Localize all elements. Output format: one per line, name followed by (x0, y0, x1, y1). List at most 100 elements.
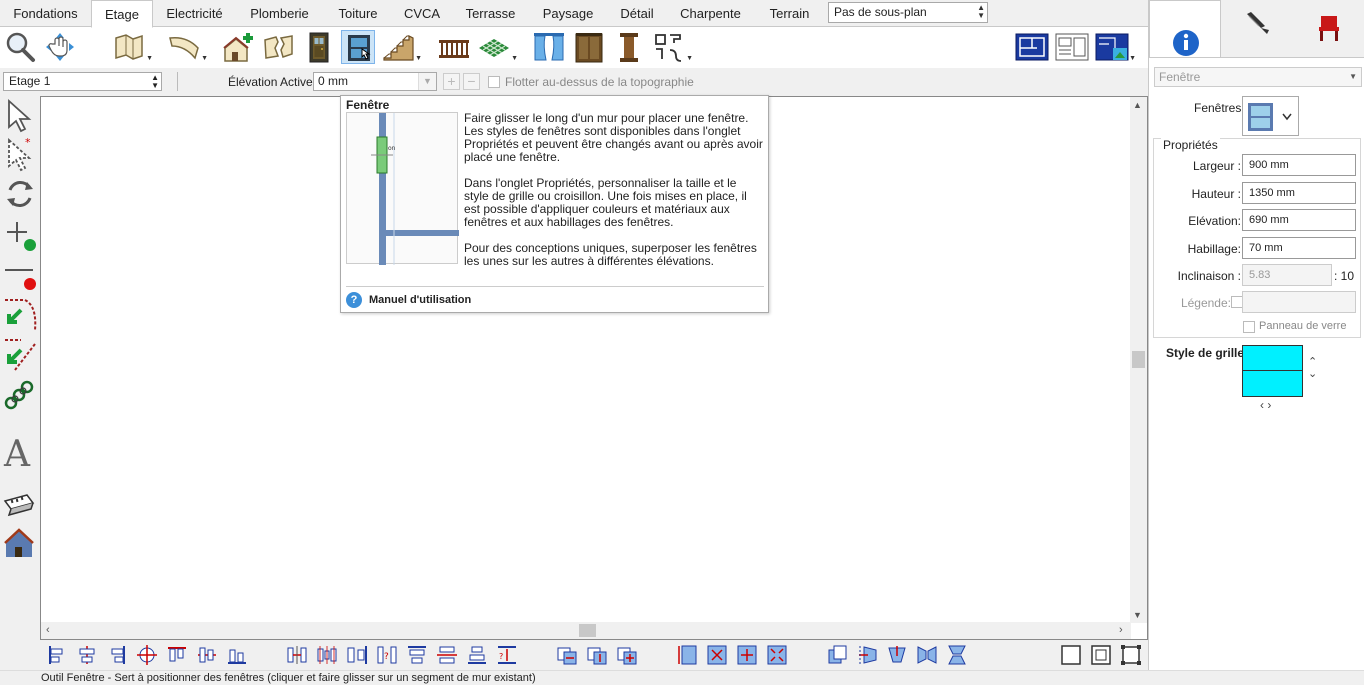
tab-furniture[interactable] (1293, 0, 1364, 57)
subplan-select[interactable]: Pas de sous-plan ▲ ▼ (828, 2, 988, 23)
tab-plomberie[interactable]: Plomberie (236, 0, 323, 27)
chain-icon[interactable] (3, 376, 37, 412)
grid-spin-icon[interactable]: ⌃ ⌄ (1308, 356, 1317, 380)
curve-icon[interactable]: ▼ (167, 30, 208, 64)
cabinet-icon[interactable] (572, 30, 606, 64)
text-icon[interactable]: A (3, 433, 37, 475)
scroll-thumb[interactable] (579, 624, 596, 637)
chevron-down-icon[interactable]: ▼ (511, 55, 518, 62)
add-house-icon[interactable] (222, 30, 256, 64)
railing-icon[interactable] (437, 30, 471, 64)
align-middle-icon[interactable] (196, 644, 218, 666)
3d-view-icon[interactable]: ▼ (1095, 30, 1136, 64)
vertical-scrollbar[interactable]: ▲ ▼ (1130, 97, 1147, 623)
drawing-sheet-icon[interactable]: ▼ (112, 30, 153, 64)
scroll-thumb[interactable] (1132, 351, 1145, 368)
mirror-left-icon[interactable] (856, 644, 878, 666)
align-right-icon[interactable] (106, 644, 128, 666)
user-manual-link[interactable]: Manuel d'utilisation (369, 294, 471, 306)
door-icon[interactable] (302, 30, 336, 64)
fit-height-icon[interactable] (676, 644, 698, 666)
select-arrow-icon[interactable] (3, 97, 37, 133)
pitch-input[interactable]: 5.83 (1242, 264, 1332, 286)
grid-nav-icon[interactable]: ‹ › (1260, 398, 1271, 412)
tab-fondations[interactable]: Fondations (0, 0, 91, 27)
minus-button[interactable]: − (463, 73, 480, 90)
chevron-down-icon[interactable]: ▼ (1133, 610, 1142, 620)
chevron-down-icon[interactable]: ▼ (686, 55, 693, 62)
plus-button[interactable]: + (443, 73, 460, 90)
chevron-right-icon[interactable]: › (1119, 624, 1123, 636)
stack-bottom-icon[interactable] (466, 644, 488, 666)
plan-view-icon[interactable] (1015, 30, 1049, 64)
multi-select-icon[interactable]: * (3, 136, 37, 172)
shapes-icon[interactable]: ▼ (652, 30, 693, 64)
chevron-down-icon[interactable]: ▼ (415, 55, 422, 62)
horizontal-scrollbar[interactable]: ‹ › (41, 622, 1131, 639)
align-centers-icon[interactable] (136, 644, 158, 666)
delete-point-icon[interactable] (3, 256, 37, 292)
mirror-vertical-icon[interactable] (946, 644, 968, 666)
chevron-up-icon[interactable]: ▲ (1133, 100, 1142, 110)
chevron-left-icon[interactable]: ‹ (46, 624, 50, 636)
floor-select[interactable]: Etage 1 ▲ ▼ (3, 72, 162, 91)
align-center-icon[interactable] (76, 644, 98, 666)
glass-panel-checkbox[interactable] (1243, 321, 1255, 333)
object-type-select[interactable]: Fenêtre ▼ (1154, 67, 1362, 87)
stairs-icon[interactable]: ▼ (381, 30, 422, 64)
stack-spacing-icon[interactable]: ? (496, 644, 518, 666)
legend-input[interactable] (1242, 291, 1356, 313)
tab-style[interactable] (1221, 0, 1293, 57)
wall-break-icon[interactable] (262, 30, 296, 64)
frame-icon[interactable] (1060, 644, 1082, 666)
tab-charpente[interactable]: Charpente (668, 0, 753, 27)
elevation-input[interactable]: 0 mm ▼ (313, 72, 437, 91)
distribute-spacing-icon[interactable] (316, 644, 338, 666)
snap-icon[interactable] (3, 296, 37, 332)
align-top-icon[interactable] (166, 644, 188, 666)
stack-middle-icon[interactable] (436, 644, 458, 666)
fit-all-icon[interactable] (766, 644, 788, 666)
chevron-down-icon[interactable]: ▼ (146, 55, 153, 62)
frame-nested-icon[interactable] (1090, 644, 1112, 666)
stack-top-icon[interactable] (406, 644, 428, 666)
chevron-down-icon[interactable]: ▼ (1129, 55, 1136, 62)
magnifier-icon[interactable] (3, 30, 37, 64)
tab-detail[interactable]: Détail (606, 0, 668, 27)
trim-input[interactable]: 70 mm (1242, 237, 1356, 259)
elevation-field[interactable]: 690 mm (1242, 209, 1356, 231)
frame-corners-icon[interactable] (1120, 644, 1142, 666)
tab-terrain[interactable]: Terrain (753, 0, 826, 27)
floor-pattern-icon[interactable]: ▼ (477, 30, 518, 64)
rotate-icon[interactable] (3, 176, 37, 212)
window-icon[interactable] (341, 30, 375, 64)
tab-terrasse[interactable]: Terrasse (451, 0, 530, 27)
window-style-picker[interactable] (1242, 96, 1299, 136)
resize-both-icon[interactable] (616, 644, 638, 666)
align-bottom-icon[interactable] (226, 644, 248, 666)
tab-toiture[interactable]: Toiture (323, 0, 393, 27)
distribute-right-icon[interactable] (346, 644, 368, 666)
pan-icon[interactable] (43, 30, 77, 64)
grid-style-swatch[interactable] (1242, 345, 1303, 397)
camera-icon[interactable] (3, 487, 37, 523)
tab-etage[interactable]: Etage (91, 0, 153, 28)
add-point-icon[interactable] (3, 216, 37, 252)
height-input[interactable]: 1350 mm (1242, 182, 1356, 204)
curtain-icon[interactable] (532, 30, 566, 64)
distribute-horizontal-icon[interactable] (286, 644, 308, 666)
space-evenly-icon[interactable]: ? (376, 644, 398, 666)
tab-info[interactable] (1149, 0, 1221, 57)
chevron-down-icon[interactable]: ▼ (418, 73, 436, 90)
tab-paysage[interactable]: Paysage (530, 0, 606, 27)
chevron-down-icon[interactable]: ▼ (201, 55, 208, 62)
fit-cross-icon[interactable] (706, 644, 728, 666)
mirror-horizontal-icon[interactable] (916, 644, 938, 666)
width-input[interactable]: 900 mm (1242, 154, 1356, 176)
house-icon[interactable] (3, 525, 37, 561)
elevation-view-icon[interactable] (1055, 30, 1089, 64)
mirror-top-icon[interactable] (886, 644, 908, 666)
resize-width-icon[interactable] (556, 644, 578, 666)
help-icon[interactable]: ? (346, 292, 362, 308)
column-icon[interactable] (612, 30, 646, 64)
